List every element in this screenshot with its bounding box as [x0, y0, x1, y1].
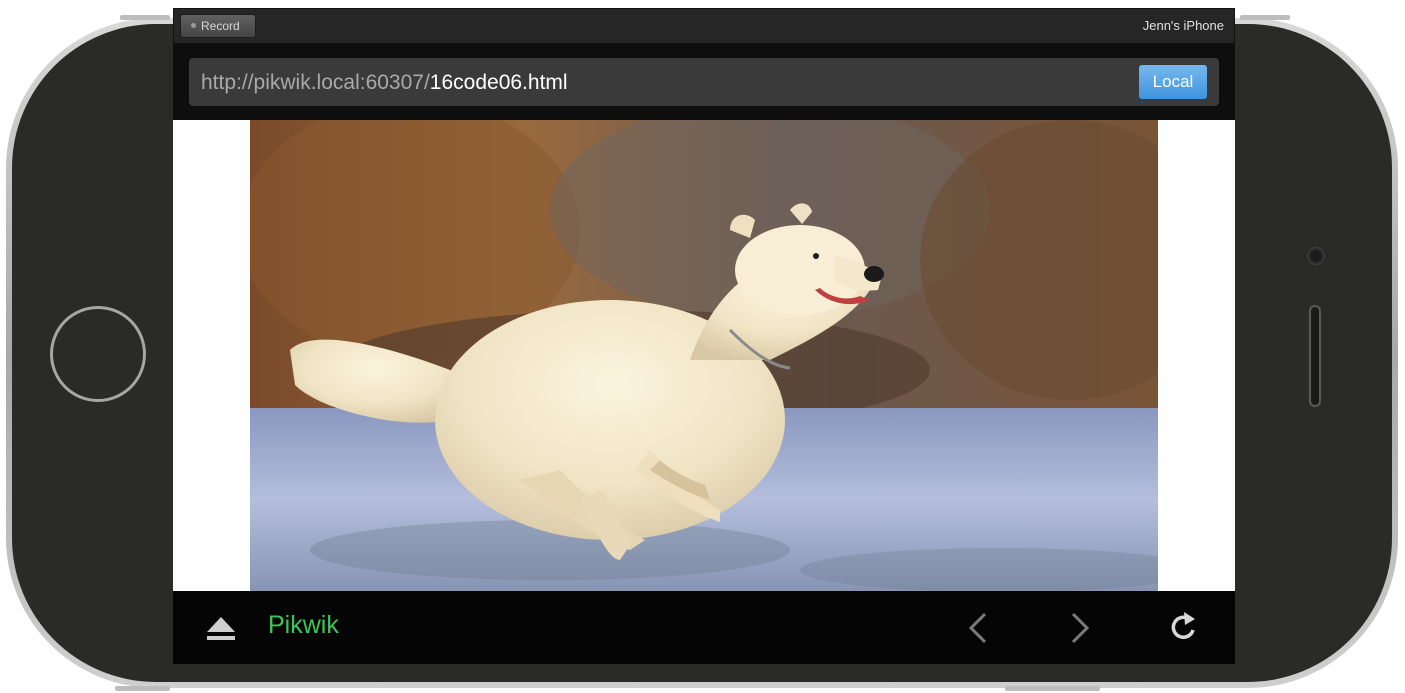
eject-icon[interactable]	[205, 614, 237, 642]
url-text: http://pikwik.local:60307/16code06.html	[201, 71, 568, 95]
local-button[interactable]: Local	[1139, 65, 1207, 99]
home-button[interactable]	[50, 306, 146, 402]
record-dot-icon	[191, 23, 196, 29]
reload-icon[interactable]	[1167, 610, 1201, 644]
volume-button-top	[120, 15, 170, 20]
record-label: Record	[201, 19, 240, 33]
bottom-toolbar: Pikwik	[173, 591, 1235, 664]
url-area: http://pikwik.local:60307/16code06.html …	[173, 44, 1235, 120]
volume-button-top-2	[1240, 15, 1290, 20]
dog-photo	[250, 120, 1158, 591]
back-chevron-icon[interactable]	[967, 611, 989, 645]
app-name: Pikwik	[268, 611, 339, 639]
forward-chevron-icon[interactable]	[1069, 611, 1091, 645]
phone-screen: http://pikwik.local:60307/16code06.html …	[173, 44, 1235, 664]
device-name: Jenn's iPhone	[1142, 18, 1224, 33]
record-button[interactable]: Record	[180, 14, 256, 38]
front-camera	[1305, 245, 1327, 267]
url-host: http://pikwik.local:60307/	[201, 71, 430, 94]
url-bar[interactable]: http://pikwik.local:60307/16code06.html …	[189, 58, 1219, 106]
web-content	[173, 120, 1235, 591]
simulator-top-bar: Record Jenn's iPhone	[173, 8, 1235, 44]
power-button-bottom	[1005, 686, 1100, 691]
dog-photo-illustration	[250, 120, 1158, 591]
url-file: 16code06.html	[429, 71, 568, 94]
earpiece-speaker	[1309, 305, 1321, 407]
power-button-bottom-2	[115, 686, 170, 691]
